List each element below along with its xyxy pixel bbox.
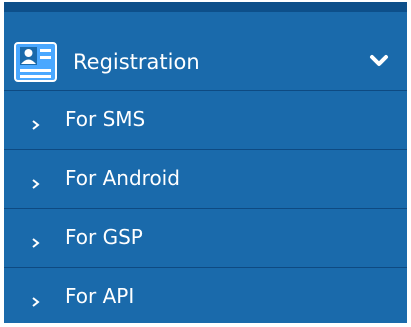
menu-item-for-gsp[interactable]: For GSP <box>4 209 407 268</box>
chevron-down-icon[interactable] <box>369 53 389 69</box>
chevron-right-icon <box>31 116 41 130</box>
registration-header[interactable]: Registration <box>4 22 407 91</box>
menu-item-for-android[interactable]: For Android <box>4 150 407 209</box>
menu-item-label: For SMS <box>65 107 146 131</box>
menu-item-label: For GSP <box>65 225 143 249</box>
registration-menu: Registration For SMS For Android For GSP… <box>4 2 407 323</box>
menu-item-for-api[interactable]: For API <box>4 268 407 327</box>
menu-item-label: For API <box>65 284 135 308</box>
chevron-right-icon <box>31 293 41 307</box>
chevron-right-icon <box>31 175 41 189</box>
menu-item-for-sms[interactable]: For SMS <box>4 91 407 150</box>
chevron-right-icon <box>31 234 41 248</box>
id-card-icon <box>14 42 57 82</box>
menu-item-label: For Android <box>65 166 180 190</box>
registration-label: Registration <box>73 50 200 74</box>
